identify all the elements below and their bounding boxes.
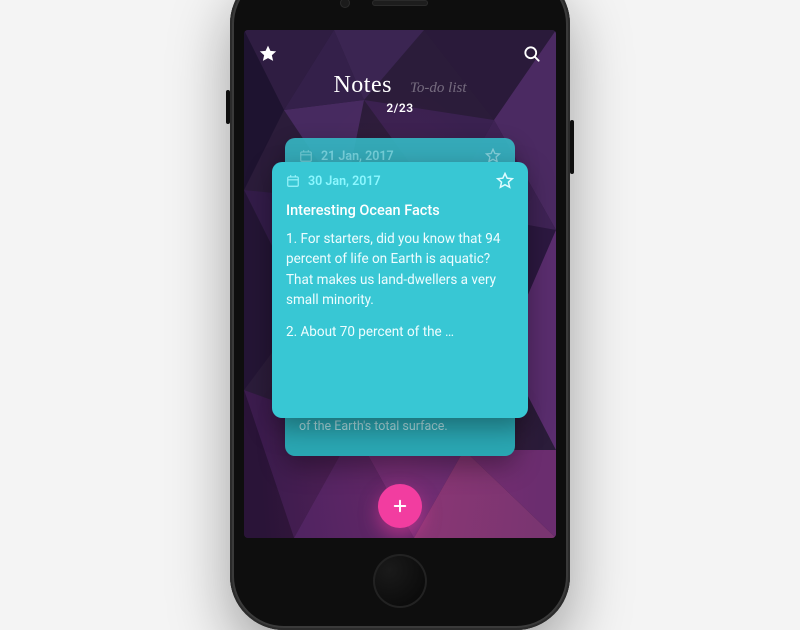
search-icon[interactable] [522,44,542,64]
note-title: Interesting Ocean Facts [272,196,528,221]
note-body-peek: of the Earth's total surface. [285,419,462,434]
note-body-line: 1. For starters, did you know that 94 pe… [286,229,514,310]
note-date: 30 Jan, 2017 [308,174,381,189]
app-screen: Notes To-do list 2/23 [244,30,556,538]
note-counter: 2/23 [244,101,556,115]
add-note-button[interactable] [378,484,422,528]
top-bar [244,36,556,72]
note-body-line: 2. About 70 percent of the … [286,322,514,342]
phone-speaker [372,0,428,6]
phone-camera [340,0,350,8]
card-stack: 21 Jan, 2017 [244,138,556,538]
tab-notes[interactable]: Notes [333,72,392,99]
calendar-icon [286,174,300,188]
phone-frame: Notes To-do list 2/23 [230,0,570,630]
note-card-front[interactable]: 30 Jan, 2017 Interesting Ocean Facts 1. … [272,162,528,418]
tabs: Notes To-do list 2/23 [244,72,556,115]
note-body: 1. For starters, did you know that 94 pe… [272,221,528,342]
calendar-icon [299,149,313,163]
favorites-icon[interactable] [258,44,278,64]
tab-todo[interactable]: To-do list [410,80,467,97]
star-outline-icon[interactable] [496,172,514,190]
